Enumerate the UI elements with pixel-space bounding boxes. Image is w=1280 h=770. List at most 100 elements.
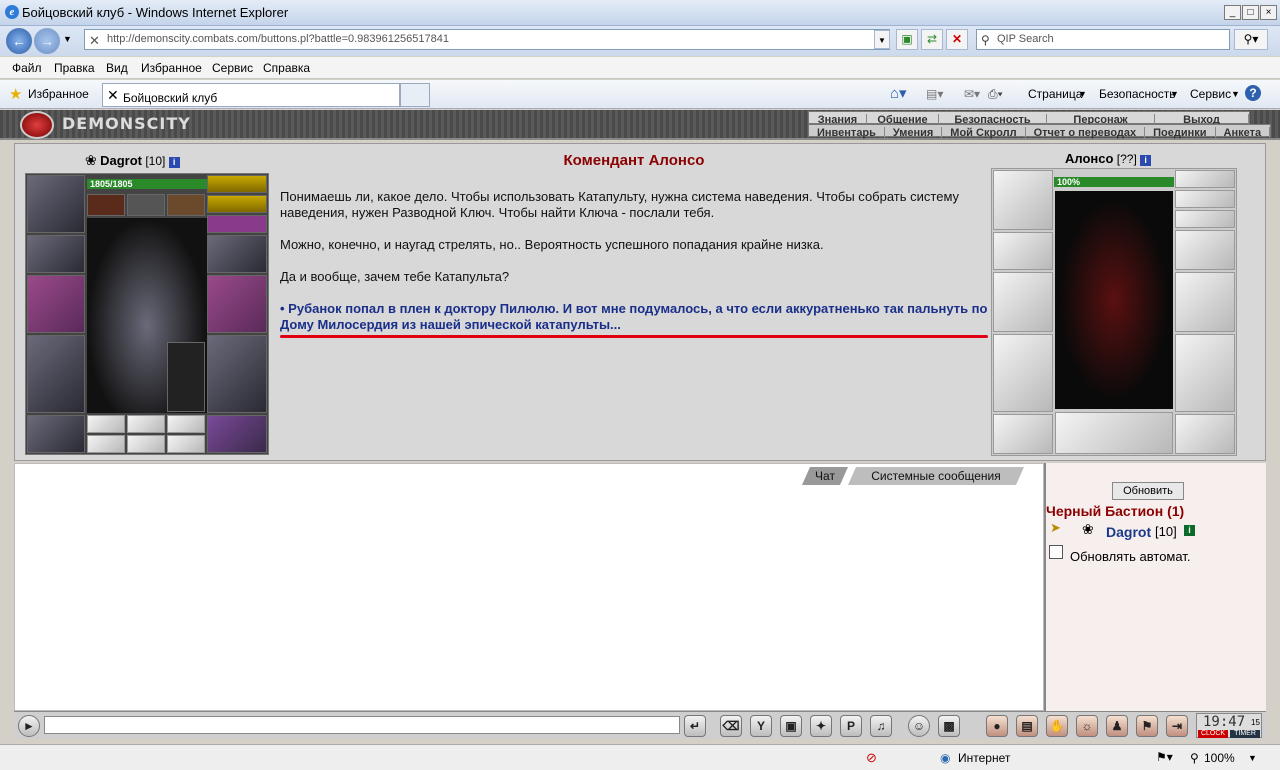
ring-slot-1[interactable] [87,415,125,433]
npc-avatar[interactable] [1055,191,1173,409]
menu-scroll[interactable]: Мой Скролл [942,127,1026,139]
forward-button[interactable]: → [34,28,60,54]
exit-icon[interactable]: ⇥ [1166,715,1188,737]
menu-help[interactable]: Справка [263,61,310,75]
maximize-button[interactable]: □ [1242,5,1259,20]
translit-icon[interactable]: ▩ [938,715,960,737]
friends-icon[interactable]: ♟ [1106,715,1128,737]
pet-slot[interactable] [167,342,205,412]
member-info-icon[interactable]: i [1184,525,1195,536]
buff-slot-3[interactable] [167,194,205,216]
npc-amulet-slot[interactable] [1175,170,1235,188]
tab-current[interactable]: ✕ Бойцовский клуб [102,83,400,107]
boots-slot[interactable] [207,415,267,453]
zoom-level[interactable]: 100% [1204,751,1235,765]
sound-icon[interactable]: ♫ [870,715,892,737]
search-input[interactable]: QIP Search [976,29,1230,50]
feeds-icon[interactable]: ▤▾ [926,87,943,101]
armor-slot[interactable] [27,335,85,413]
npc-legs-slot[interactable] [1175,334,1235,412]
save-log-icon[interactable]: ▣ [780,715,802,737]
menu-tools[interactable]: Сервис [212,61,253,75]
player-name[interactable]: Dagrot [100,153,142,168]
scroll-icon[interactable]: ▤ [1016,715,1038,737]
offhand-slot[interactable] [207,275,267,333]
earring-slot[interactable] [207,215,267,233]
npc-rune-slot[interactable] [1055,412,1173,454]
page-menu[interactable]: Страница [1028,87,1082,101]
necklace-slot[interactable] [207,195,267,213]
minimize-button[interactable]: _ [1224,5,1241,20]
clock-button[interactable]: CLOCK [1198,730,1228,738]
help-icon[interactable]: ? [1245,85,1261,101]
buff-slot-1[interactable] [87,194,125,216]
attack-icon[interactable]: ➤ [1050,520,1061,536]
npc-weapon-slot[interactable] [993,272,1053,332]
mail-icon[interactable]: ✉▾ [964,87,980,101]
tab-system-messages[interactable]: Системные сообщения [848,467,1024,485]
address-bar[interactable]: http://demonscity.combats.com/buttons.pl… [84,29,890,50]
gloves-slot[interactable] [207,235,267,273]
address-dropdown-icon[interactable]: ▼ [874,30,890,49]
weapon-slot[interactable] [27,275,85,333]
quest-icon[interactable]: ☼ [1076,715,1098,737]
npc-info-icon[interactable]: i [1140,155,1152,166]
stop-icon[interactable]: ✕ [946,29,968,50]
info-icon[interactable]: i [168,157,180,168]
private-icon[interactable]: P [840,715,862,737]
menu-view[interactable]: Вид [106,61,128,75]
member-name[interactable]: Dagrot [1106,524,1151,540]
rune-slot-2[interactable] [127,435,165,453]
npc-belt-slot[interactable] [993,414,1053,454]
legs-slot[interactable] [207,335,267,413]
popup-blocker-icon[interactable]: ⊘ [866,750,877,766]
favorites-button[interactable]: Избранное [28,87,89,101]
npc-earring-slot[interactable] [1175,210,1235,228]
filter-icon[interactable]: Y [750,715,772,737]
tools-menu[interactable]: Сервис [1190,87,1231,101]
npc-bracers-slot[interactable] [993,232,1053,270]
menu-edit[interactable]: Правка [54,61,95,75]
chat-log[interactable] [14,463,1044,711]
history-dropdown-icon[interactable]: ▼ [63,34,72,44]
zoom-arrow-icon[interactable]: ▼ [1248,753,1257,763]
rune-slot-1[interactable] [87,435,125,453]
belt-slot[interactable] [27,415,85,453]
menu-inventory[interactable]: Инвентарь [809,127,885,139]
hand-icon[interactable]: ✋ [1046,715,1068,737]
timer-button[interactable]: TIMER [1230,730,1260,738]
protected-mode-icon[interactable]: ⚑▾ [1156,750,1173,764]
eraser-icon[interactable]: ⌫ [720,715,742,737]
menu-battles[interactable]: Поединки [1145,127,1216,139]
npc-name[interactable]: Алонсо [1065,151,1113,166]
print-icon[interactable]: ⎙▾ [988,87,1003,102]
smiles-icon[interactable]: ☺ [908,715,930,737]
bracers-slot[interactable] [27,235,85,273]
rune-slot-3[interactable] [167,435,205,453]
bag-icon[interactable]: ● [986,715,1008,737]
ring-slot-3[interactable] [167,415,205,433]
menu-profile[interactable]: Анкета [1216,127,1271,139]
safety-menu[interactable]: Безопасность [1099,87,1176,101]
ring-slot-2[interactable] [127,415,165,433]
menu-file[interactable]: Файл [12,61,42,75]
npc-armor-slot[interactable] [993,334,1053,412]
menu-transfers[interactable]: Отчет о переводах [1026,127,1146,139]
send-icon[interactable]: ↵ [684,715,706,737]
tab-chat[interactable]: Чат [802,467,848,485]
flag-icon[interactable]: ⚑ [1136,715,1158,737]
close-button[interactable]: × [1260,5,1277,20]
home-icon[interactable]: ⌂▾ [890,84,907,102]
refresh-icon[interactable]: ⇄ [921,29,943,50]
compat-view-icon[interactable]: ▣ [896,29,918,50]
npc-boots-slot[interactable] [1175,414,1235,454]
chat-input[interactable] [44,716,680,734]
refresh-button[interactable]: Обновить [1112,482,1184,500]
auto-refresh-checkbox[interactable] [1049,545,1063,559]
npc-helmet-slot[interactable] [993,170,1053,230]
speaker-icon[interactable]: ► [18,715,40,737]
fight-icon[interactable]: ✦ [810,715,832,737]
back-button[interactable]: ← [6,28,32,54]
amulet-slot[interactable] [207,175,267,193]
npc-gloves-slot[interactable] [1175,230,1235,270]
